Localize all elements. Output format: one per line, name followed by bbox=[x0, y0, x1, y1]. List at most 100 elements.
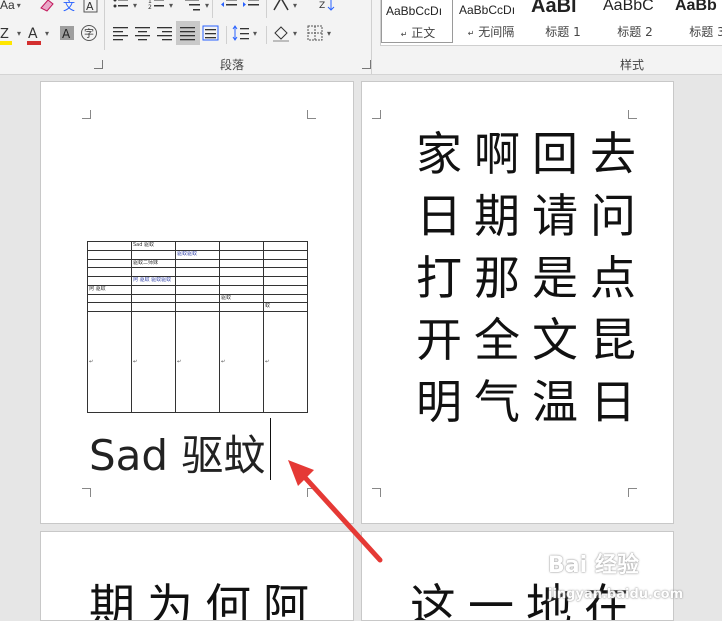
justify-button[interactable] bbox=[176, 21, 200, 45]
watermark-text: Bai 经验 bbox=[548, 553, 639, 578]
table-cell[interactable] bbox=[131, 267, 176, 278]
chevron-down-icon: ▾ bbox=[253, 28, 258, 38]
table-cell[interactable]: ↵ bbox=[175, 311, 220, 413]
style-sample: AaBl bbox=[531, 0, 577, 17]
table-cell[interactable]: 驱蚊驱蚊 bbox=[175, 249, 220, 260]
table-cell[interactable]: 蚊 bbox=[263, 302, 308, 313]
watermark-subtext: jingyan.baidu.com bbox=[548, 587, 684, 602]
table-cell[interactable]: 阿 驱蚊 驱蚊驱蚊 bbox=[131, 276, 176, 286]
table-row: ↵ ↵ ↵ ↵ ↵ bbox=[87, 311, 308, 413]
table-cell[interactable] bbox=[263, 249, 308, 260]
table-cell[interactable] bbox=[87, 258, 132, 269]
table-cell[interactable] bbox=[175, 284, 220, 295]
table-cell[interactable] bbox=[219, 302, 264, 313]
table-cell[interactable] bbox=[219, 249, 264, 260]
align-left-button[interactable] bbox=[112, 22, 133, 44]
sort-button[interactable]: Z bbox=[318, 0, 339, 16]
clear-formatting-button[interactable] bbox=[38, 0, 59, 16]
decrease-indent-button[interactable] bbox=[220, 0, 241, 16]
table-cell[interactable] bbox=[87, 267, 132, 278]
table-cell[interactable] bbox=[263, 258, 308, 269]
grid-character: 回 bbox=[532, 127, 578, 181]
document-page-2[interactable]: 家啊回去日期请问打那是点开全文昆明气温日 bbox=[361, 81, 674, 524]
table-cell[interactable] bbox=[87, 276, 132, 286]
table-cell[interactable]: 阿 驱蚊 bbox=[87, 284, 132, 295]
multilevel-list-button[interactable]: ▾ bbox=[184, 0, 209, 16]
grid-character: 是 bbox=[532, 251, 578, 305]
table-cell[interactable] bbox=[131, 302, 176, 313]
chevron-down-icon: ▾ bbox=[293, 0, 298, 10]
paragraph-group-label: 段落 bbox=[220, 58, 245, 72]
table-cell[interactable]: ↵ bbox=[131, 311, 176, 413]
table-cell[interactable]: ↵ bbox=[219, 311, 264, 413]
table-cell[interactable] bbox=[219, 267, 264, 278]
numbering-button[interactable]: 12 ▾ bbox=[148, 0, 173, 16]
style-no-spacing[interactable]: AaBbCcDı ↵ 无间隔 bbox=[455, 0, 527, 43]
table-cell[interactable] bbox=[131, 284, 176, 295]
distributed-button[interactable] bbox=[202, 22, 223, 44]
shading-button[interactable]: ▾ bbox=[272, 22, 297, 44]
table-cell[interactable]: 驱蚊二师妹 bbox=[131, 258, 176, 269]
table-cell[interactable] bbox=[175, 276, 220, 286]
table-cell[interactable] bbox=[219, 241, 264, 251]
table-cell[interactable] bbox=[87, 249, 132, 260]
svg-text:A: A bbox=[86, 0, 94, 13]
align-center-button[interactable] bbox=[134, 22, 155, 44]
table-cell[interactable] bbox=[87, 302, 132, 313]
table-cell[interactable] bbox=[219, 258, 264, 269]
borders-button[interactable]: ▾ bbox=[306, 22, 331, 44]
enclose-characters-button[interactable]: 字 bbox=[80, 22, 101, 44]
document-table[interactable]: Sad 驱蚊 驱蚊驱蚊 驱蚊二师妹阿 驱蚊 驱蚊驱蚊 阿 驱蚊 驱蚊蚊 ↵ ↵ ↵ ↵ ↵ bbox=[87, 241, 308, 413]
table-cell[interactable] bbox=[87, 293, 132, 304]
table-cell[interactable] bbox=[175, 302, 220, 313]
chevron-down-icon: ▾ bbox=[327, 28, 332, 38]
divider bbox=[266, 26, 267, 44]
table-cell[interactable]: ↵ bbox=[87, 311, 132, 413]
line-spacing-button[interactable]: ▾ bbox=[232, 22, 257, 44]
font-size-fragment[interactable]: Aa ▾ bbox=[0, 0, 21, 16]
increase-indent-button[interactable] bbox=[242, 0, 263, 16]
table-cell[interactable] bbox=[263, 267, 308, 278]
table-cell[interactable] bbox=[263, 241, 308, 251]
highlight-color-button[interactable]: Z ▾ bbox=[0, 22, 21, 45]
table-cell[interactable] bbox=[263, 284, 308, 295]
table-cell[interactable] bbox=[175, 267, 220, 278]
table-cell[interactable] bbox=[219, 284, 264, 295]
paragraph-dialog-launcher-icon[interactable] bbox=[362, 60, 371, 69]
table-cell[interactable]: Sad 驱蚊 bbox=[131, 241, 176, 251]
table-cell[interactable] bbox=[175, 258, 220, 269]
character-shading-button[interactable]: A bbox=[58, 22, 79, 44]
table-cell[interactable] bbox=[175, 241, 220, 251]
numbered-list-icon: 12 bbox=[148, 0, 166, 14]
margin-corner-mark bbox=[307, 488, 316, 497]
style-heading-2[interactable]: AaBbC 标题 2 bbox=[599, 0, 671, 43]
phonetic-guide-button[interactable]: 文 bbox=[60, 0, 81, 16]
table-cell[interactable] bbox=[131, 293, 176, 304]
character-border-button[interactable]: A bbox=[82, 0, 103, 16]
style-heading-3[interactable]: AaBb 标题 3 bbox=[671, 0, 722, 43]
document-page-3[interactable]: 期为何阿 bbox=[40, 531, 354, 621]
grid-character: 问 bbox=[590, 189, 636, 243]
shaded-a-icon: A bbox=[58, 24, 76, 42]
chevron-down-icon: ▾ bbox=[205, 0, 210, 10]
style-heading-1[interactable]: AaBl 标题 1 bbox=[527, 0, 599, 43]
table-cell[interactable]: 驱蚊 bbox=[219, 293, 264, 304]
baidu-watermark: Bai 经验 jingyan.baidu.com bbox=[548, 547, 683, 604]
table-cell[interactable] bbox=[131, 249, 176, 260]
font-color-button[interactable]: A ▾ bbox=[26, 22, 49, 45]
align-right-button[interactable] bbox=[156, 22, 177, 44]
table-cell[interactable] bbox=[263, 276, 308, 286]
table-cell[interactable] bbox=[175, 293, 220, 304]
table-cell[interactable] bbox=[219, 276, 264, 286]
asian-layout-button[interactable]: ▾ bbox=[272, 0, 297, 16]
style-normal[interactable]: AaBbCcDı ↵ 正文 bbox=[381, 0, 453, 43]
style-name: 标题 1 bbox=[545, 25, 581, 39]
document-page-1[interactable]: Sad 驱蚊 驱蚊驱蚊 驱蚊二师妹阿 驱蚊 驱蚊驱蚊 阿 驱蚊 驱蚊蚊 ↵ ↵ ↵ ↵ ↵ Sa… bbox=[40, 81, 354, 524]
bullets-button[interactable]: ▾ bbox=[112, 0, 137, 16]
font-dialog-launcher-icon[interactable] bbox=[94, 60, 103, 69]
table-cell[interactable]: ↵ bbox=[263, 311, 308, 413]
table-cell[interactable] bbox=[87, 241, 132, 251]
table-cell[interactable] bbox=[263, 293, 308, 304]
body-text[interactable]: Sad 驱蚊 bbox=[89, 422, 265, 483]
asian-layout-icon bbox=[272, 0, 290, 14]
